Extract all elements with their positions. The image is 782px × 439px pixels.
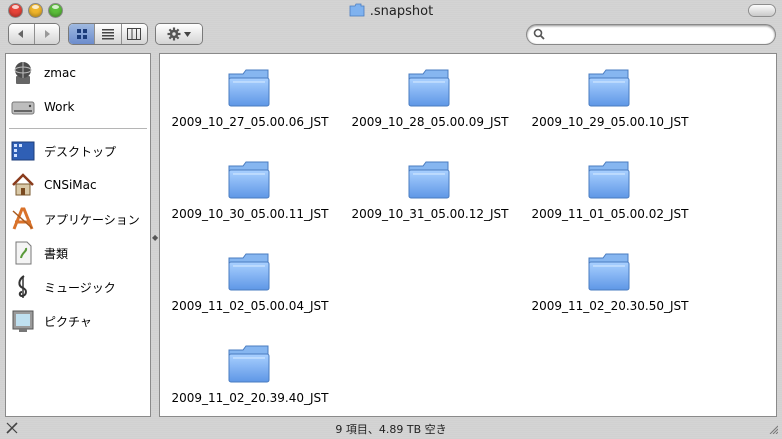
- sidebar-item-applications[interactable]: アプリケーション: [6, 204, 150, 234]
- sidebar-item-zmac[interactable]: zmac: [6, 58, 150, 88]
- search-input[interactable]: [549, 26, 768, 44]
- home-icon: [12, 173, 34, 196]
- folder-icon: [228, 345, 270, 383]
- navigation-buttons: [9, 24, 59, 44]
- folder-icon: [228, 161, 270, 199]
- view-mode-buttons: [69, 24, 147, 44]
- sidebar-item-home[interactable]: CNSiMac: [6, 170, 150, 200]
- folder-name: 2009_10_30_05.00.11_JST: [171, 207, 329, 221]
- chevron-down-icon: [184, 31, 191, 37]
- folder-icon: [349, 3, 365, 17]
- column-view-icon: [127, 28, 142, 40]
- folder-icon: [588, 253, 630, 291]
- folder-item[interactable]: 2009_10_27_05.00.06_JST: [160, 54, 340, 140]
- splitter-handle-icon: ◆: [152, 233, 159, 242]
- sidebar-item-documents[interactable]: 書類: [6, 238, 150, 268]
- folder-item[interactable]: 2009_11_01_05.00.02_JST: [520, 146, 700, 232]
- sidebar-item-label: デスクトップ: [44, 144, 117, 159]
- folder-item[interactable]: 2009_11_02_05.00.04_JST: [160, 238, 340, 324]
- resize-grip-icon[interactable]: [768, 424, 778, 434]
- folder-icon: [588, 69, 630, 107]
- window-title: .snapshot: [0, 3, 782, 19]
- folder-name: 2009_11_02_05.00.04_JST: [171, 299, 329, 313]
- sidebar-item-label: アプリケーション: [44, 212, 140, 227]
- sidebar-item-desktop[interactable]: デスクトップ: [6, 136, 150, 166]
- column-view-button[interactable]: [122, 24, 147, 44]
- toolbar: [0, 22, 782, 52]
- sidebar: zmac Work デスクトップ CNSiMac アプリケーション 書類 ミュー…: [6, 54, 150, 416]
- gear-icon: [167, 27, 181, 41]
- search-icon: [533, 28, 545, 40]
- hard-drive-icon: [11, 101, 35, 115]
- folder-name: 2009_11_02_20.30.50_JST: [531, 299, 689, 313]
- folder-item[interactable]: 2009_11_02_20.30.50_JST: [520, 238, 700, 324]
- toolbar-toggle-button[interactable]: [749, 5, 775, 16]
- back-button[interactable]: [9, 24, 35, 44]
- documents-icon: [15, 241, 32, 265]
- icon-view-icon: [76, 29, 87, 39]
- status-text: 9 項目、4.89 TB 空き: [335, 423, 447, 436]
- music-icon: [18, 275, 27, 298]
- folder-item[interactable]: 2009_10_29_05.00.10_JST: [520, 54, 700, 140]
- list-view-icon: [101, 29, 114, 40]
- sidebar-item-music[interactable]: ミュージック: [6, 272, 150, 302]
- folder-name: 2009_10_29_05.00.10_JST: [531, 115, 689, 129]
- sidebar-item-label: zmac: [44, 66, 76, 80]
- action-menu-button[interactable]: [156, 24, 202, 44]
- sidebar-item-label: CNSiMac: [44, 178, 97, 192]
- back-arrow-icon: [18, 30, 24, 38]
- folder-item[interactable]: 2009_11_02_20.39.40_JST: [160, 330, 340, 416]
- folder-name: 2009_10_28_05.00.09_JST: [351, 115, 509, 129]
- folder-item[interactable]: 2009_10_28_05.00.09_JST: [340, 54, 520, 140]
- sidebar-item-work[interactable]: Work: [6, 92, 150, 122]
- folder-name: 2009_11_02_20.39.40_JST: [171, 391, 329, 405]
- folder-icon: [408, 161, 450, 199]
- folder-icon: [408, 69, 450, 107]
- file-icon-view: 2009_10_27_05.00.06_JST 2009_10_28_05.00…: [160, 54, 776, 416]
- sidebar-item-pictures[interactable]: ピクチャ: [6, 306, 150, 336]
- sidebar-item-label: ミュージック: [44, 280, 116, 295]
- sidebar-item-label: Work: [44, 100, 75, 114]
- status-bar: 9 項目、4.89 TB 空き: [0, 418, 782, 439]
- forward-arrow-icon: [44, 30, 50, 38]
- folder-name: 2009_10_27_05.00.06_JST: [171, 115, 329, 129]
- sidebar-item-label: 書類: [44, 246, 69, 261]
- folder-name: 2009_11_01_05.00.02_JST: [531, 207, 689, 221]
- sidebar-divider: [9, 128, 147, 129]
- list-view-button[interactable]: [95, 24, 122, 44]
- finder-window: .snapshot zmac Work デスクトップ CNSiMac アプリケー…: [0, 0, 782, 439]
- applications-icon: [12, 207, 34, 230]
- title-bar[interactable]: .snapshot: [0, 0, 782, 22]
- folder-name: 2009_10_31_05.00.12_JST: [351, 207, 509, 221]
- folder-icon: [228, 69, 270, 107]
- desktop-icon: [11, 141, 35, 161]
- folder-icon: [588, 161, 630, 199]
- folder-item[interactable]: 2009_10_31_05.00.12_JST: [340, 146, 520, 232]
- pictures-icon: [12, 310, 34, 332]
- search-field[interactable]: [527, 25, 775, 44]
- window-title-text: .snapshot: [369, 4, 434, 19]
- icon-view-button[interactable]: [69, 24, 96, 44]
- forward-button[interactable]: [35, 24, 60, 44]
- folder-item[interactable]: 2009_10_30_05.00.11_JST: [160, 146, 340, 232]
- network-disk-icon: [14, 62, 32, 84]
- sidebar-item-label: ピクチャ: [44, 314, 92, 329]
- folder-icon: [228, 253, 270, 291]
